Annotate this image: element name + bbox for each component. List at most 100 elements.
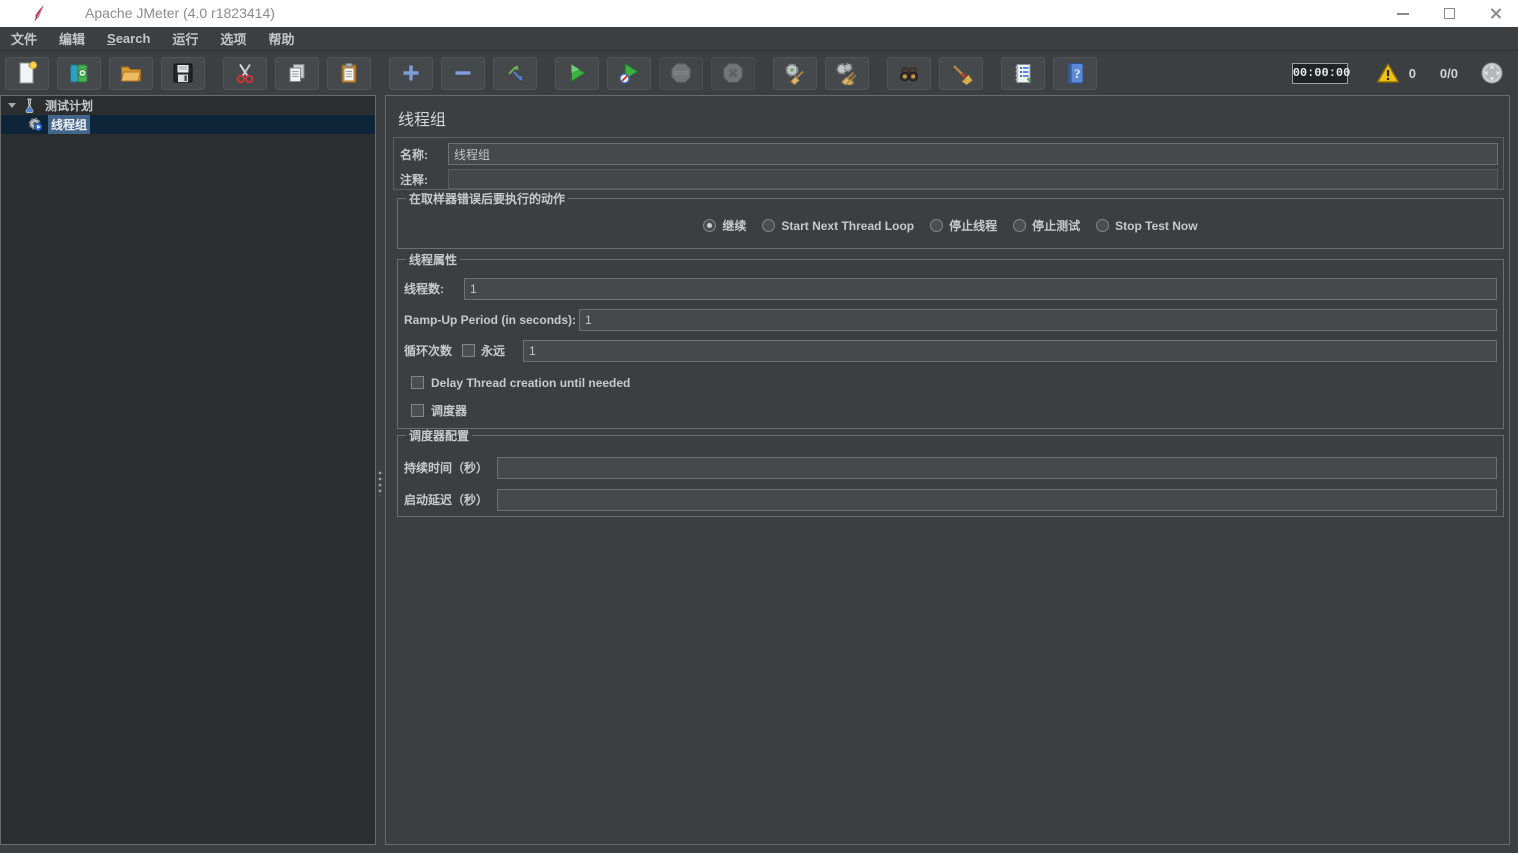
clear-button[interactable] bbox=[773, 57, 817, 90]
scheduler-configuration-group: 调度器配置 持续时间（秒） 启动延迟（秒） bbox=[397, 427, 1504, 517]
thread-group-gear-icon bbox=[27, 116, 44, 133]
thread-group-config-panel: 线程组 名称: 注释: 在取样器错误后要执行的动作 继续 Start Next bbox=[385, 95, 1510, 845]
start-no-pauses-icon bbox=[617, 61, 641, 85]
close-button[interactable] bbox=[1472, 0, 1518, 27]
radio-button-icon[interactable] bbox=[762, 219, 775, 232]
start-button[interactable] bbox=[555, 57, 599, 90]
loop-count-input[interactable] bbox=[523, 340, 1497, 362]
duration-input[interactable] bbox=[497, 457, 1497, 479]
log-warning-icon[interactable] bbox=[1376, 62, 1400, 84]
stop-button[interactable]: STOP bbox=[659, 57, 703, 90]
delay-thread-creation-checkbox[interactable] bbox=[411, 376, 424, 389]
on-sample-error-group: 在取样器错误后要执行的动作 继续 Start Next Thread Loop … bbox=[397, 190, 1504, 249]
save-button[interactable] bbox=[161, 57, 205, 90]
panel-splitter[interactable] bbox=[376, 95, 385, 845]
radio-stop-thread[interactable]: 停止线程 bbox=[930, 217, 997, 234]
paste-button[interactable] bbox=[327, 57, 371, 90]
tree-expand-arrow-icon[interactable] bbox=[8, 103, 16, 108]
menu-file[interactable]: 文件 bbox=[0, 26, 48, 51]
help-button[interactable]: ? bbox=[1053, 57, 1097, 90]
paste-icon bbox=[337, 61, 361, 85]
elapsed-timer: 00:00:00 bbox=[1292, 63, 1348, 84]
start-icon bbox=[565, 61, 589, 85]
test-plan-tree: 测试计划 线程组 bbox=[0, 95, 376, 845]
tree-item-label[interactable]: 测试计划 bbox=[42, 96, 96, 115]
minimize-button[interactable] bbox=[1380, 0, 1426, 27]
svg-text:STOP: STOP bbox=[673, 71, 688, 77]
copy-icon bbox=[285, 61, 309, 85]
tree-item-thread-group[interactable]: 线程组 bbox=[1, 115, 375, 134]
remote-start-indicator-icon bbox=[1480, 61, 1504, 85]
splitter-grip-icon[interactable] bbox=[378, 470, 383, 496]
ramp-up-input[interactable] bbox=[579, 309, 1497, 331]
zoom-out-minus-icon bbox=[451, 61, 475, 85]
clear-all-icon bbox=[835, 61, 859, 85]
function-helper-icon bbox=[1011, 61, 1035, 85]
radio-button-icon[interactable] bbox=[703, 219, 716, 232]
copy-button[interactable] bbox=[275, 57, 319, 90]
maximize-button[interactable] bbox=[1426, 0, 1472, 27]
templates-button[interactable] bbox=[57, 57, 101, 90]
radio-continue[interactable]: 继续 bbox=[703, 217, 746, 234]
active-total-threads: 0/0 bbox=[1440, 66, 1458, 81]
radio-stop-test[interactable]: 停止测试 bbox=[1013, 217, 1080, 234]
help-icon: ? bbox=[1063, 61, 1087, 85]
menu-options[interactable]: 选项 bbox=[209, 26, 257, 51]
close-icon bbox=[1489, 7, 1502, 20]
open-folder-icon bbox=[119, 61, 143, 85]
radio-button-icon[interactable] bbox=[1013, 219, 1026, 232]
search-reset-broom-icon bbox=[949, 61, 973, 85]
forever-checkbox[interactable] bbox=[462, 344, 475, 357]
thread-properties-group: 线程属性 线程数: Ramp-Up Period (in seconds): 循… bbox=[397, 251, 1504, 429]
new-file-icon bbox=[15, 61, 39, 85]
name-input[interactable] bbox=[448, 143, 1498, 165]
cut-button[interactable] bbox=[223, 57, 267, 90]
tree-item-test-plan[interactable]: 测试计划 bbox=[1, 96, 375, 115]
function-helper-button[interactable] bbox=[1001, 57, 1045, 90]
ramp-up-label: Ramp-Up Period (in seconds): bbox=[404, 313, 579, 327]
zoom-out-button[interactable] bbox=[441, 57, 485, 90]
menu-edit[interactable]: 编辑 bbox=[48, 26, 96, 51]
radio-button-icon[interactable] bbox=[930, 219, 943, 232]
toolbar-status-cluster: 00:00:00 0 0/0 bbox=[1292, 61, 1504, 85]
shutdown-icon bbox=[721, 61, 745, 85]
open-button[interactable] bbox=[109, 57, 153, 90]
zoom-in-button[interactable] bbox=[389, 57, 433, 90]
scheduler-checkbox[interactable] bbox=[411, 404, 424, 417]
loop-count-label: 循环次数 bbox=[404, 342, 452, 359]
menu-bar: 文件 编辑 Search 运行 选项 帮助 bbox=[0, 27, 1518, 51]
startup-delay-input[interactable] bbox=[497, 489, 1497, 511]
clear-all-button[interactable] bbox=[825, 57, 869, 90]
minimize-icon bbox=[1397, 13, 1409, 15]
num-threads-input[interactable] bbox=[464, 278, 1497, 300]
save-icon bbox=[171, 61, 195, 85]
new-button[interactable] bbox=[5, 57, 49, 90]
radio-start-next-thread-loop[interactable]: Start Next Thread Loop bbox=[762, 219, 914, 233]
radio-button-icon[interactable] bbox=[1096, 219, 1109, 232]
radio-stop-test-now[interactable]: Stop Test Now bbox=[1096, 219, 1197, 233]
comments-label: 注释: bbox=[400, 171, 448, 188]
tree-item-label[interactable]: 线程组 bbox=[48, 115, 90, 134]
jmeter-feather-logo-icon bbox=[31, 4, 49, 22]
startup-delay-label: 启动延迟（秒） bbox=[404, 491, 497, 508]
toggle-button[interactable] bbox=[493, 57, 537, 90]
page-title: 线程组 bbox=[398, 106, 446, 130]
title-bar: Apache JMeter (4.0 r1823414) bbox=[0, 0, 1518, 27]
menu-help[interactable]: 帮助 bbox=[257, 26, 305, 51]
scheduler-row: 调度器 bbox=[411, 403, 1497, 418]
search-reset-button[interactable] bbox=[939, 57, 983, 90]
toolbar: STOP bbox=[0, 51, 1518, 95]
search-button[interactable] bbox=[887, 57, 931, 90]
jmeter-window: Apache JMeter (4.0 r1823414) 文件 编辑 Searc… bbox=[0, 0, 1518, 853]
name-label: 名称: bbox=[400, 146, 448, 163]
menu-search[interactable]: Search bbox=[96, 28, 161, 49]
shutdown-button[interactable] bbox=[711, 57, 755, 90]
delay-thread-creation-row: Delay Thread creation until needed bbox=[411, 375, 1497, 390]
templates-icon bbox=[67, 61, 91, 85]
comments-input[interactable] bbox=[448, 169, 1498, 189]
svg-text:?: ? bbox=[1074, 66, 1081, 81]
menu-run[interactable]: 运行 bbox=[161, 26, 209, 51]
start-no-pauses-button[interactable] bbox=[607, 57, 651, 90]
search-binoculars-icon bbox=[897, 61, 921, 85]
maximize-icon bbox=[1444, 8, 1455, 19]
